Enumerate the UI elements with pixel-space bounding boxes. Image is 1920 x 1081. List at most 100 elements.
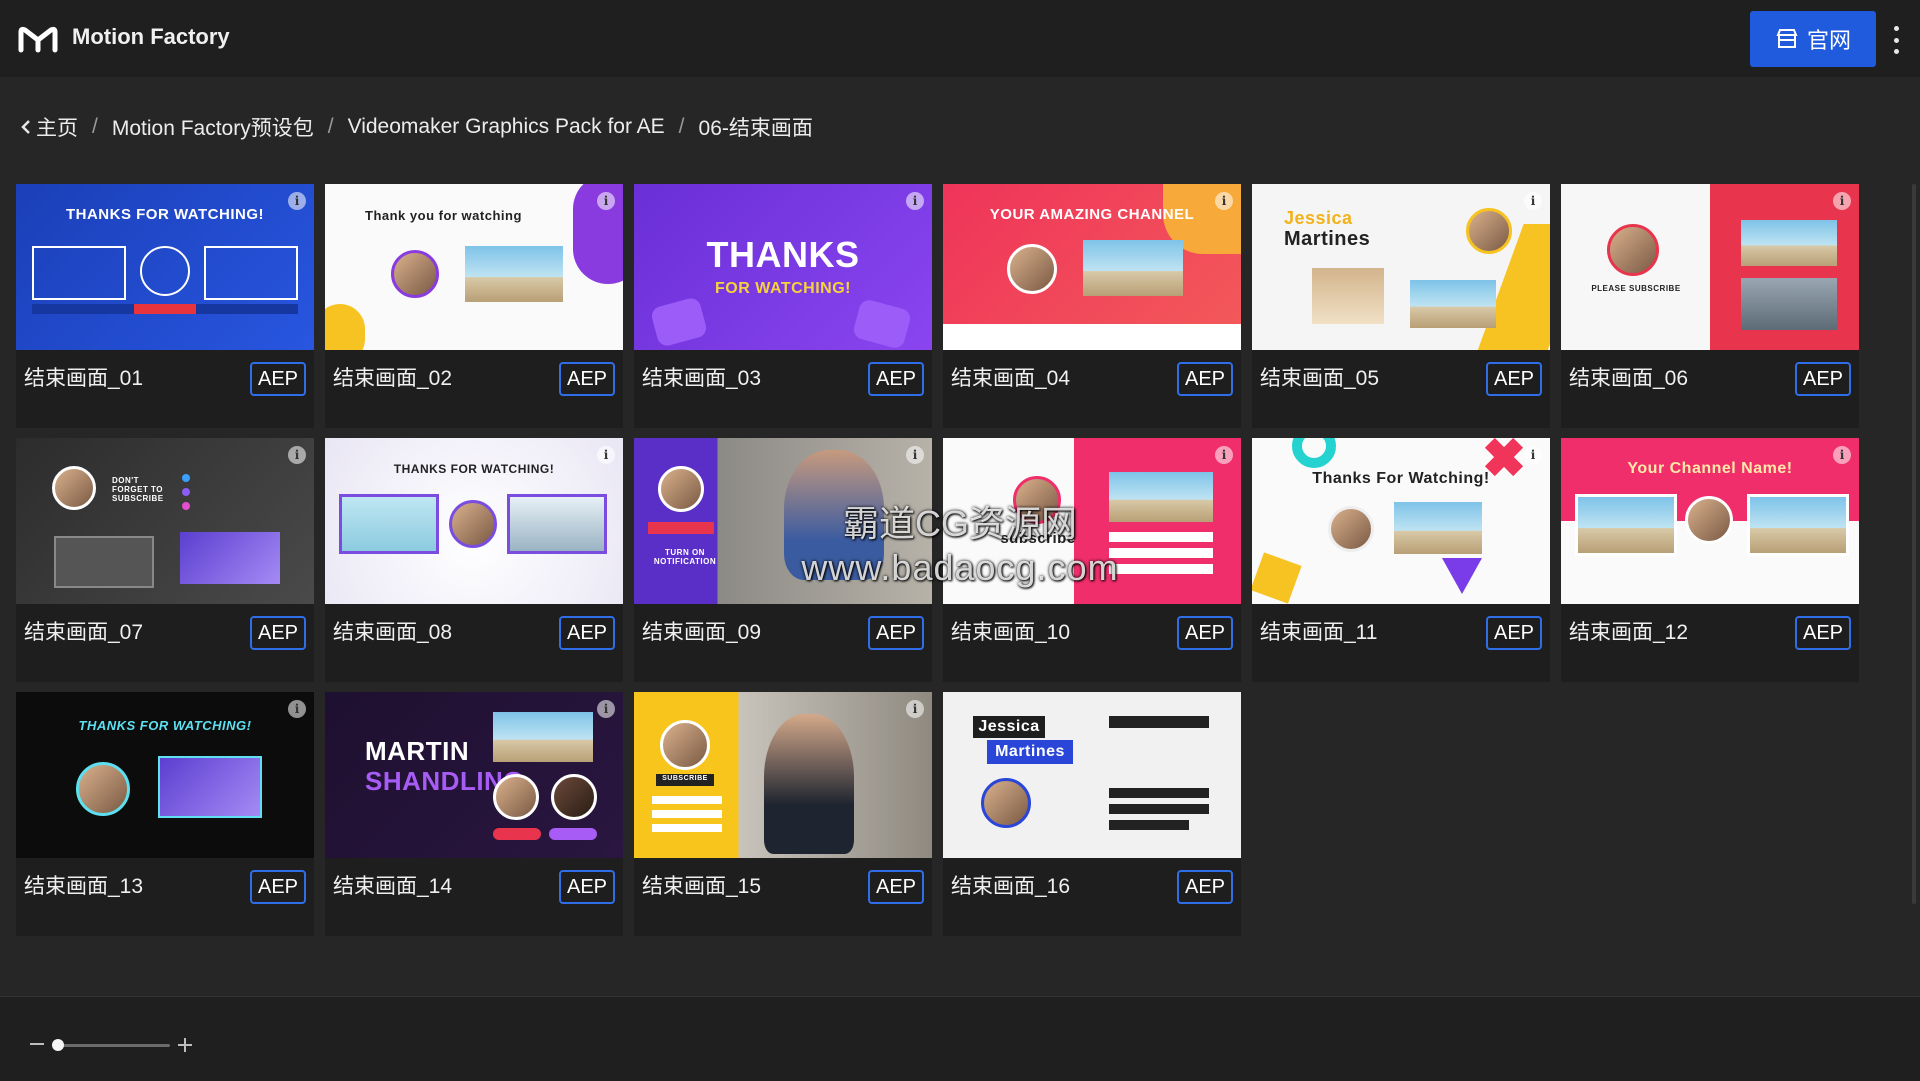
asset-card[interactable]: Thank you for watching i 结束画面_02 AEP	[325, 184, 623, 428]
official-site-label: 官网	[1806, 28, 1851, 53]
chevron-left-icon[interactable]	[20, 119, 32, 135]
asset-thumbnail: THANKS FOR WATCHING! i	[16, 692, 314, 858]
asset-card[interactable]: DON'T FORGET TO SUBSCRIBE i 结束画面_07 AEP	[16, 438, 314, 682]
info-icon[interactable]: i	[1524, 192, 1542, 210]
asset-thumbnail: TURN ON NOTIFICATION i	[634, 438, 932, 604]
info-icon[interactable]: i	[597, 446, 615, 464]
thumb-text: PLEASE SUBSCRIBE	[1591, 284, 1681, 293]
info-icon[interactable]: i	[1215, 446, 1233, 464]
asset-card[interactable]: SUBSCRIBE i 结束画面_15 AEP	[634, 692, 932, 936]
breadcrumb-current: 06-结束画面	[698, 117, 813, 140]
asset-title: 结束画面_06	[1569, 367, 1689, 390]
asset-card[interactable]: THANKS FOR WATCHING! i 结束画面_08 AEP	[325, 438, 623, 682]
asset-card[interactable]: THANKS FOR WATCHING! i 结束画面_03 AEP	[634, 184, 932, 428]
info-icon[interactable]: i	[906, 700, 924, 718]
zoom-slider-track[interactable]	[56, 1044, 170, 1047]
info-icon[interactable]: i	[288, 192, 306, 210]
info-icon[interactable]: i	[597, 192, 615, 210]
asset-thumbnail: Jessica Martines i	[1252, 184, 1550, 350]
aep-badge: AEP	[1795, 362, 1851, 396]
breadcrumb-home[interactable]: 主页	[36, 112, 78, 142]
thumb-text: THANKS	[706, 234, 860, 275]
aep-badge: AEP	[1486, 616, 1542, 650]
aep-badge: AEP	[1177, 362, 1233, 396]
breadcrumb-preset-pack[interactable]: Motion Factory预设包	[112, 112, 314, 142]
asset-card[interactable]: Jessica Martines 结束画面_16 AEP	[943, 692, 1241, 936]
asset-card[interactable]: Jessica Martines i 结束画面_05 AEP	[1252, 184, 1550, 428]
asset-title: 结束画面_04	[951, 367, 1071, 390]
asset-title: 结束画面_08	[333, 621, 453, 644]
asset-thumbnail: Thanks For Watching! i	[1252, 438, 1550, 604]
aep-badge: AEP	[559, 616, 615, 650]
asset-card[interactable]: TURN ON NOTIFICATION i 结束画面_09 AEP	[634, 438, 932, 682]
asset-title: 结束画面_02	[333, 367, 453, 390]
info-icon[interactable]: i	[288, 700, 306, 718]
asset-title: 结束画面_14	[333, 875, 453, 898]
aep-badge: AEP	[1795, 616, 1851, 650]
asset-card[interactable]: THANKS FOR WATCHING! i 结束画面_01 AEP	[16, 184, 314, 428]
asset-card[interactable]: Your Channel Name! i 结束画面_12 AEP	[1561, 438, 1859, 682]
thumb-text: DON'T FORGET TO SUBSCRIBE	[112, 476, 164, 503]
thumb-text: SUBSCRIBE	[662, 775, 708, 782]
asset-card[interactable]: PLEASE SUBSCRIBE i 结束画面_06 AEP	[1561, 184, 1859, 428]
store-icon	[1776, 29, 1798, 48]
more-menu-icon[interactable]	[1890, 26, 1902, 54]
asset-thumbnail: THANKS FOR WATCHING! i	[16, 184, 314, 350]
asset-thumbnail: YOUR AMAZING CHANNEL i	[943, 184, 1241, 350]
zoom-slider-handle[interactable]	[52, 1039, 64, 1051]
thumb-text: THANKS FOR WATCHING!	[393, 462, 555, 476]
zoom-out-icon[interactable]	[30, 1043, 44, 1045]
info-icon[interactable]: i	[288, 446, 306, 464]
asset-title: 结束画面_16	[951, 875, 1071, 898]
thumb-text: YOUR AMAZING CHANNEL	[989, 206, 1195, 223]
scrollbar[interactable]	[1912, 184, 1916, 904]
breadcrumb-separator: /	[92, 115, 98, 138]
breadcrumb-separator: /	[678, 115, 685, 138]
asset-card[interactable]: THANKS FOR WATCHING! i 结束画面_13 AEP	[16, 692, 314, 936]
thumb-text: Jessica	[978, 718, 1040, 735]
asset-grid: THANKS FOR WATCHING! i 结束画面_01 AEP Thank…	[16, 184, 1859, 936]
asset-title: 结束画面_10	[951, 621, 1071, 644]
info-icon[interactable]: i	[906, 446, 924, 464]
asset-thumbnail: THANKS FOR WATCHING! i	[634, 184, 932, 350]
asset-card[interactable]: MARTIN SHANDLING i 结束画面_14 AEP	[325, 692, 623, 936]
asset-thumbnail: Thank you for watching i	[325, 184, 623, 350]
info-icon[interactable]: i	[597, 700, 615, 718]
thumb-subtext: Martines	[1284, 228, 1371, 250]
aep-badge: AEP	[250, 616, 306, 650]
asset-thumbnail: DON'T FORGET TO SUBSCRIBE i	[16, 438, 314, 604]
aep-badge: AEP	[1486, 362, 1542, 396]
asset-title: 结束画面_03	[642, 367, 762, 390]
asset-card[interactable]: YOUR AMAZING CHANNEL i 结束画面_04 AEP	[943, 184, 1241, 428]
aep-badge: AEP	[1177, 616, 1233, 650]
asset-card[interactable]: Thanks For Watching! i 结束画面_11 AEP	[1252, 438, 1550, 682]
thumb-text: Thank you for watching	[365, 208, 522, 223]
asset-thumbnail: THANKS FOR WATCHING! i	[325, 438, 623, 604]
aep-badge: AEP	[559, 362, 615, 396]
info-icon[interactable]: i	[1215, 192, 1233, 210]
asset-title: 结束画面_07	[24, 621, 144, 644]
official-site-button[interactable]: 官网	[1750, 11, 1876, 67]
asset-thumbnail: PLEASE SUBSCRIBE i	[1561, 184, 1859, 350]
asset-title: 结束画面_09	[642, 621, 762, 644]
thumb-text: Jessica	[1284, 208, 1353, 228]
aep-badge: AEP	[868, 616, 924, 650]
aep-badge: AEP	[250, 362, 306, 396]
asset-thumbnail: SUBSCRIBE i	[634, 692, 932, 858]
asset-thumbnail: Your Channel Name! i	[1561, 438, 1859, 604]
info-icon[interactable]: i	[1833, 446, 1851, 464]
zoom-in-icon[interactable]	[178, 1038, 192, 1052]
info-icon[interactable]: i	[1524, 446, 1542, 464]
thumb-subtext: Martines	[995, 743, 1065, 760]
breadcrumb-graphics-pack[interactable]: Videomaker Graphics Pack for AE	[348, 115, 665, 139]
asset-card[interactable]: subscribe i 结束画面_10 AEP	[943, 438, 1241, 682]
aep-badge: AEP	[868, 362, 924, 396]
asset-title: 结束画面_05	[1260, 367, 1380, 390]
thumb-subtext: FOR WATCHING!	[715, 280, 851, 297]
thumb-text: THANKS FOR WATCHING!	[78, 718, 252, 733]
asset-title: 结束画面_13	[24, 875, 144, 898]
info-icon[interactable]: i	[1833, 192, 1851, 210]
aep-badge: AEP	[1177, 870, 1233, 904]
info-icon[interactable]: i	[906, 192, 924, 210]
motion-factory-logo-icon	[18, 26, 58, 53]
